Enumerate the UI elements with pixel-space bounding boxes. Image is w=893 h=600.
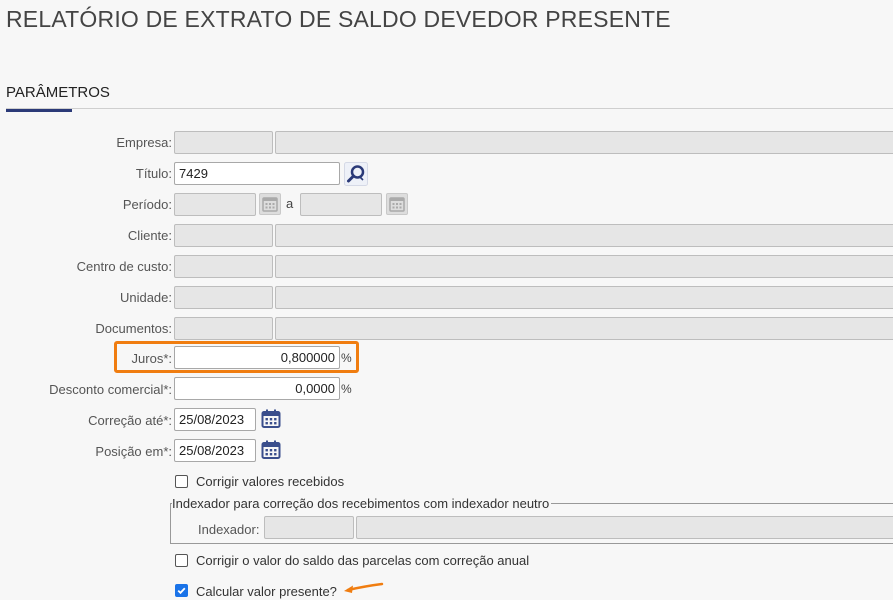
centro-custo-code-field bbox=[174, 255, 273, 278]
documentos-name-field bbox=[275, 317, 893, 340]
section-title: PARÂMETROS bbox=[6, 84, 110, 101]
posicao-date-input[interactable]: 25/08/2023 bbox=[174, 439, 256, 462]
section-accent-bar bbox=[6, 109, 72, 112]
calendar-icon[interactable] bbox=[260, 439, 282, 461]
centro-custo-label: Centro de custo: bbox=[76, 259, 172, 274]
documentos-code-field bbox=[174, 317, 273, 340]
desconto-input[interactable]: 0,0000 bbox=[174, 377, 340, 400]
unidade-label: Unidade: bbox=[119, 290, 172, 305]
calcular-presente-label: Calcular valor presente? bbox=[196, 584, 337, 599]
corrigir-saldo-label: Corrigir o valor do saldo das parcelas c… bbox=[196, 553, 530, 568]
cliente-name-field bbox=[275, 224, 893, 247]
periodo-start-field bbox=[174, 193, 256, 216]
documentos-label: Documentos: bbox=[95, 321, 172, 336]
empresa-name-field bbox=[275, 131, 893, 154]
titulo-input[interactable]: 7429 bbox=[174, 162, 340, 185]
indexador-code-field bbox=[264, 516, 354, 539]
unidade-code-field bbox=[174, 286, 273, 309]
cliente-label: Cliente: bbox=[127, 228, 172, 243]
corrigir-recebidos-label: Corrigir valores recebidos bbox=[196, 474, 345, 489]
calendar-icon[interactable] bbox=[260, 408, 282, 430]
desconto-unit: % bbox=[341, 382, 352, 396]
section-divider bbox=[6, 108, 893, 109]
calendar-icon bbox=[259, 193, 281, 215]
titulo-label: Título: bbox=[135, 166, 172, 181]
periodo-end-field bbox=[300, 193, 382, 216]
desconto-label: Desconto comercial*: bbox=[49, 382, 172, 397]
correcao-label: Correção até*: bbox=[88, 413, 172, 428]
corrigir-saldo-checkbox[interactable] bbox=[175, 554, 188, 567]
juros-unit: % bbox=[341, 351, 352, 365]
indexador-label: Indexador: bbox=[198, 522, 260, 537]
empresa-code-field bbox=[174, 131, 273, 154]
periodo-label: Período: bbox=[122, 197, 172, 212]
corrigir-recebidos-checkbox[interactable] bbox=[175, 475, 188, 488]
unidade-name-field bbox=[275, 286, 893, 309]
centro-custo-name-field bbox=[275, 255, 893, 278]
calendar-icon bbox=[386, 193, 408, 215]
juros-input[interactable]: 0,800000 bbox=[174, 346, 340, 369]
page-title: RELATÓRIO DE EXTRATO DE SALDO DEVEDOR PR… bbox=[6, 6, 671, 32]
cliente-code-field bbox=[174, 224, 273, 247]
arrow-left-icon bbox=[342, 580, 384, 594]
correcao-date-input[interactable]: 25/08/2023 bbox=[174, 408, 256, 431]
empresa-label: Empresa: bbox=[116, 135, 172, 150]
search-icon[interactable] bbox=[344, 162, 368, 186]
juros-label: Juros*: bbox=[131, 351, 172, 366]
indexador-legend: Indexador para correção dos recebimentos… bbox=[172, 496, 552, 511]
posicao-label: Posição em*: bbox=[95, 444, 172, 459]
periodo-separator: a bbox=[286, 196, 294, 211]
indexador-name-field bbox=[356, 516, 893, 539]
calcular-presente-checkbox[interactable] bbox=[175, 584, 188, 597]
